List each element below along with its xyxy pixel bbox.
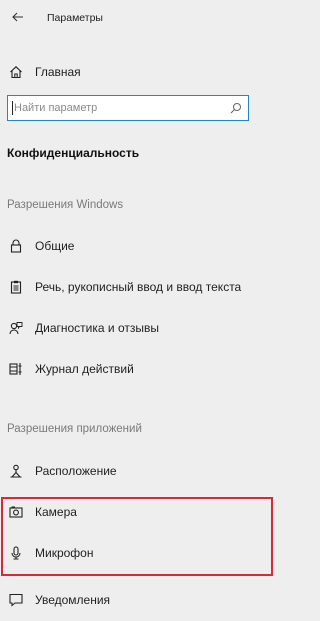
text-caret [12,101,13,115]
arrow-left-icon [12,12,24,22]
sidebar-item-label: Общие [35,239,75,253]
search-icon[interactable] [230,102,242,114]
sidebar-item-label: Журнал действий [35,362,134,376]
sidebar-item-label: Речь, рукописный ввод и ввод текста [35,280,242,294]
timeline-icon [8,361,24,377]
message-icon [8,592,24,608]
sidebar-item-label: Уведомления [35,593,111,607]
page-title: Конфиденциальность [7,146,140,160]
back-button[interactable] [8,7,28,27]
sidebar-item-label: Диагностика и отзывы [35,321,159,335]
lock-icon [8,238,24,254]
app-title: Параметры [47,12,103,24]
sidebar-item-activity[interactable]: Журнал действий [0,354,274,384]
nav-home[interactable]: Главная [0,57,274,87]
person-location-icon [8,463,24,479]
title-bar: Параметры [0,0,274,36]
sidebar-item-label: Расположение [35,464,117,478]
highlight-frame [1,497,273,576]
group-header-apps: Разрешения приложений [7,423,142,435]
group-header-windows: Разрешения Windows [7,199,124,211]
nav-home-label: Главная [35,65,81,79]
sidebar-item-location[interactable]: Расположение [0,456,274,486]
search-placeholder: Найти параметр [14,102,98,114]
sidebar-item-notifications[interactable]: Уведомления [0,585,274,615]
search-input[interactable]: Найти параметр [7,95,249,121]
sidebar-item-diagnostics[interactable]: Диагностика и отзывы [0,313,274,343]
sidebar-item-general[interactable]: Общие [0,231,274,261]
clipboard-icon [8,279,24,295]
home-icon [8,64,24,80]
person-feedback-icon [8,320,24,336]
sidebar-item-speech[interactable]: Речь, рукописный ввод и ввод текста [0,272,274,302]
